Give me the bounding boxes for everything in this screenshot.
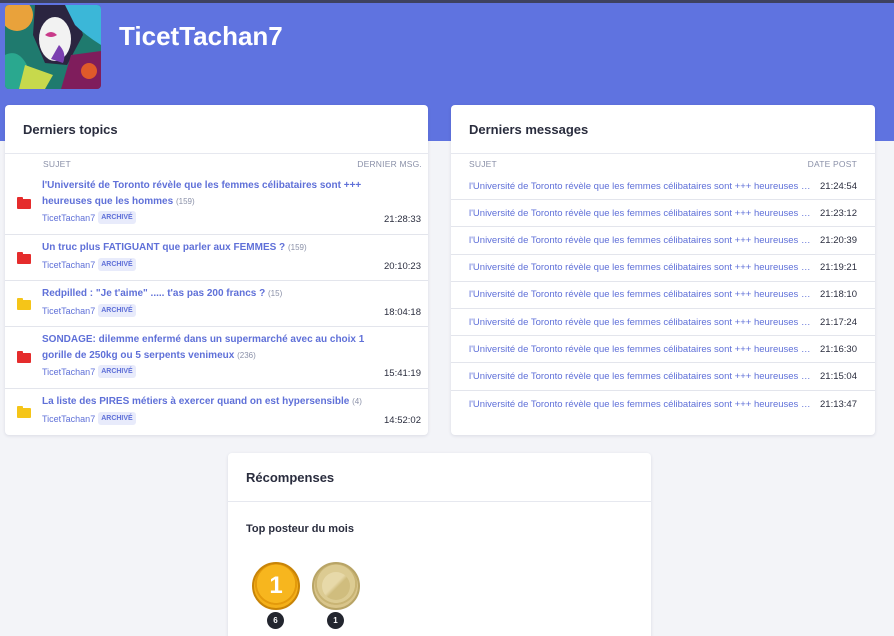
folder-icon xyxy=(17,197,31,209)
topic-author-link[interactable]: TicetTachan7 xyxy=(42,213,95,223)
topic-author-link[interactable]: TicetTachan7 xyxy=(42,414,95,424)
message-topic-link[interactable]: l'Université de Toronto révèle que les f… xyxy=(469,344,820,355)
profile-username: TicetTachan7 xyxy=(119,21,283,51)
latest-messages-card: Derniers messages SUJET DATE POST l'Univ… xyxy=(451,105,875,435)
rewards-card: Récompenses Top posteur du mois 1 6 1 xyxy=(228,453,651,636)
message-topic-link[interactable]: l'Université de Toronto révèle que les f… xyxy=(469,317,820,328)
message-time: 21:17:24 xyxy=(820,316,857,328)
topic-reply-count: (159) xyxy=(175,197,195,206)
folder-icon xyxy=(17,252,31,264)
message-row[interactable]: l'Université de Toronto révèle que les f… xyxy=(451,200,875,228)
topics-col-subject: SUJET xyxy=(43,159,71,169)
folder-icon xyxy=(17,351,31,363)
latest-topics-title: Derniers topics xyxy=(5,105,428,154)
topic-meta: TicetTachan7 ARCHIVÉ xyxy=(42,365,136,378)
topic-meta: TicetTachan7 ARCHIVÉ xyxy=(42,211,136,224)
medal-rank: 1 xyxy=(269,572,283,599)
top-poster-subtitle: Top posteur du mois xyxy=(246,523,354,535)
topic-title-link[interactable]: La liste des PIRES métiers à exercer qua… xyxy=(42,394,378,410)
message-row[interactable]: l'Université de Toronto révèle que les f… xyxy=(451,309,875,337)
topic-author-link[interactable]: TicetTachan7 xyxy=(42,306,95,316)
topic-last-time: 20:10:23 xyxy=(384,261,421,272)
topic-meta: TicetTachan7 ARCHIVÉ xyxy=(42,412,136,425)
topic-row[interactable]: l'Université de Toronto révèle que les f… xyxy=(5,173,428,235)
topic-row[interactable]: Redpilled : "Je t'aime" ..... t'as pas 2… xyxy=(5,281,428,327)
latest-messages-title: Derniers messages xyxy=(451,105,875,154)
archived-badge: ARCHIVÉ xyxy=(98,304,136,317)
topic-last-time: 21:28:33 xyxy=(384,214,421,225)
message-time: 21:20:39 xyxy=(820,234,857,246)
avatar[interactable] xyxy=(5,5,101,89)
message-time: 21:24:54 xyxy=(820,180,857,192)
archived-badge: ARCHIVÉ xyxy=(98,258,136,271)
topic-title-link[interactable]: SONDAGE: dilemme enfermé dans un superma… xyxy=(42,332,378,364)
topic-row[interactable]: Un truc plus FATIGUANT que parler aux FE… xyxy=(5,235,428,281)
topic-last-time: 14:52:02 xyxy=(384,415,421,426)
message-topic-link[interactable]: l'Université de Toronto révèle que les f… xyxy=(469,371,820,382)
message-time: 21:18:10 xyxy=(820,289,857,301)
folder-icon xyxy=(17,298,31,310)
topic-author-link[interactable]: TicetTachan7 xyxy=(42,260,95,270)
message-row[interactable]: l'Université de Toronto révèle que les f… xyxy=(451,391,875,418)
topic-reply-count: (159) xyxy=(287,243,307,252)
message-row[interactable]: l'Université de Toronto révèle que les f… xyxy=(451,282,875,309)
messages-col-subject: SUJET xyxy=(469,159,497,169)
message-row[interactable]: l'Université de Toronto révèle que les f… xyxy=(451,255,875,282)
message-topic-link[interactable]: l'Université de Toronto révèle que les f… xyxy=(469,208,820,219)
message-time: 21:23:12 xyxy=(820,207,857,219)
topic-row[interactable]: SONDAGE: dilemme enfermé dans un superma… xyxy=(5,327,428,389)
message-row[interactable]: l'Université de Toronto révèle que les f… xyxy=(451,363,875,391)
topic-title-link[interactable]: Un truc plus FATIGUANT que parler aux FE… xyxy=(42,240,378,256)
topic-meta: TicetTachan7 ARCHIVÉ xyxy=(42,304,136,317)
medal-count-badge: 1 xyxy=(327,612,344,629)
topic-reply-count: (236) xyxy=(237,351,256,360)
latest-topics-card: Derniers topics SUJET DERNIER MSG. l'Uni… xyxy=(5,105,428,435)
messages-column-header: SUJET DATE POST xyxy=(451,155,875,173)
message-topic-link[interactable]: l'Université de Toronto révèle que les f… xyxy=(469,399,820,410)
archived-badge: ARCHIVÉ xyxy=(98,412,136,425)
topic-title-link[interactable]: Redpilled : "Je t'aime" ..... t'as pas 2… xyxy=(42,286,378,302)
archived-badge: ARCHIVÉ xyxy=(98,211,136,224)
message-row[interactable]: l'Université de Toronto révèle que les f… xyxy=(451,227,875,255)
message-topic-link[interactable]: l'Université de Toronto révèle que les f… xyxy=(469,262,820,273)
topics-col-last: DERNIER MSG. xyxy=(357,159,422,169)
message-time: 21:13:47 xyxy=(820,398,857,410)
rewards-title: Récompenses xyxy=(228,453,651,502)
folder-icon xyxy=(17,406,31,418)
bronze-medal-icon[interactable] xyxy=(312,562,360,610)
topic-reply-count: (4) xyxy=(352,397,362,406)
message-row[interactable]: l'Université de Toronto révèle que les f… xyxy=(451,336,875,364)
message-topic-link[interactable]: l'Université de Toronto révèle que les f… xyxy=(469,181,820,192)
archived-badge: ARCHIVÉ xyxy=(98,365,136,378)
message-time: 21:16:30 xyxy=(820,343,857,355)
medal-count-badge: 6 xyxy=(267,612,284,629)
topic-meta: TicetTachan7 ARCHIVÉ xyxy=(42,258,136,271)
messages-col-date: DATE POST xyxy=(807,159,857,169)
topic-last-time: 18:04:18 xyxy=(384,307,421,318)
message-time: 21:19:21 xyxy=(820,262,857,274)
topic-reply-count: (15) xyxy=(268,289,283,298)
topics-column-header: SUJET DERNIER MSG. xyxy=(5,155,428,173)
topic-title-link[interactable]: l'Université de Toronto révèle que les f… xyxy=(42,178,378,210)
message-time: 21:15:04 xyxy=(820,370,857,382)
topic-last-time: 15:41:19 xyxy=(384,368,421,379)
gold-medal-icon[interactable]: 1 xyxy=(252,562,300,610)
topic-author-link[interactable]: TicetTachan7 xyxy=(42,367,95,377)
message-row[interactable]: l'Université de Toronto révèle que les f… xyxy=(451,173,875,201)
topic-row[interactable]: La liste des PIRES métiers à exercer qua… xyxy=(5,389,428,434)
message-topic-link[interactable]: l'Université de Toronto révèle que les f… xyxy=(469,289,820,300)
message-topic-link[interactable]: l'Université de Toronto révèle que les f… xyxy=(469,235,820,246)
